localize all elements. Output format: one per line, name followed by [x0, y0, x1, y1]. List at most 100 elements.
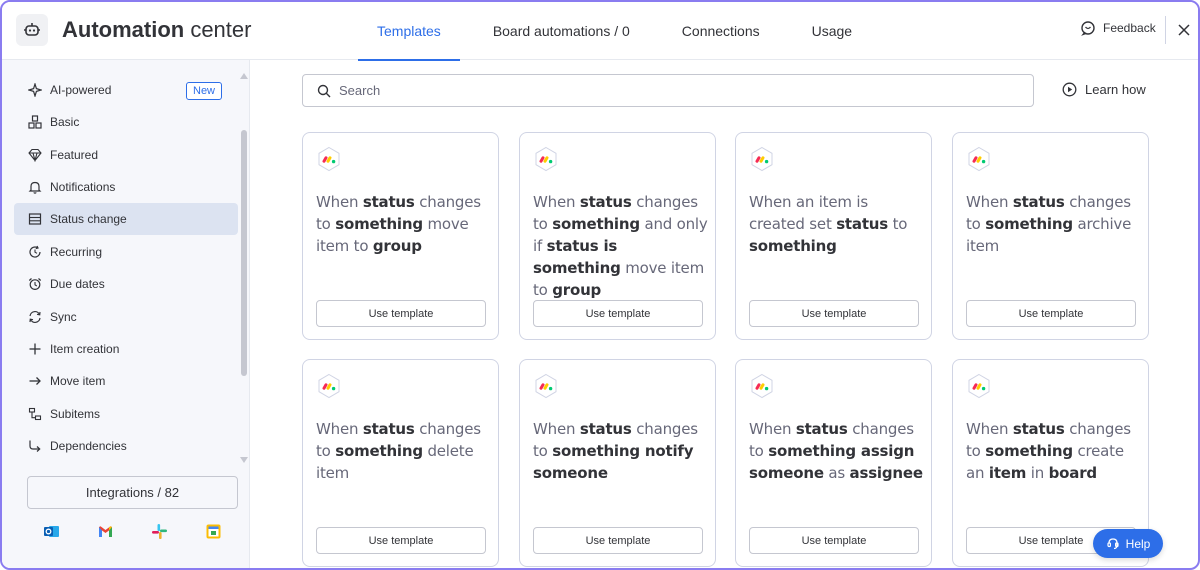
- sidebar-item-recurring[interactable]: Recurring: [14, 236, 238, 268]
- sidebar-item-due-dates[interactable]: Due dates: [14, 268, 238, 300]
- sidebar-item-featured[interactable]: Featured: [14, 139, 238, 171]
- diamond-icon: [28, 148, 42, 162]
- header: Automation center Templates Board automa…: [2, 2, 1198, 61]
- use-template-button[interactable]: Use template: [533, 300, 703, 327]
- new-badge: New: [186, 82, 223, 100]
- monday-logo-icon: [535, 373, 557, 399]
- alarm-icon: [28, 277, 42, 291]
- sidebar-item-item-creation[interactable]: Item creation: [14, 333, 238, 365]
- sidebar-item-ai-powered[interactable]: AI-powered New: [14, 74, 238, 106]
- sidebar-item-subitems[interactable]: Subitems: [14, 398, 238, 430]
- feedback-button[interactable]: Feedback: [1080, 20, 1156, 36]
- gmail-icon[interactable]: [97, 523, 114, 540]
- tab-board-automations[interactable]: Board automations / 0: [474, 2, 649, 60]
- sidebar-item-label: Move item: [50, 374, 106, 388]
- search-input[interactable]: [339, 83, 979, 98]
- template-description: When status changes to something notify …: [533, 420, 698, 482]
- monday-logo-icon: [318, 373, 340, 399]
- help-icon: [1107, 537, 1119, 549]
- template-card[interactable]: When status changes to something move it…: [302, 132, 499, 340]
- sidebar-item-label: AI-powered: [50, 83, 112, 97]
- close-icon: [1178, 24, 1190, 36]
- scroll-up-arrow-icon[interactable]: [240, 72, 248, 80]
- feedback-label: Feedback: [1103, 21, 1156, 35]
- scroll-down-arrow-icon[interactable]: [240, 456, 248, 464]
- help-label: Help: [1125, 536, 1151, 551]
- template-description: When status changes to something create …: [966, 420, 1131, 482]
- monday-logo-icon: [968, 373, 990, 399]
- integrations-button[interactable]: Integrations / 82: [27, 476, 238, 509]
- sidebar-scrollbar[interactable]: [240, 72, 248, 468]
- sidebar-item-label: Status change: [50, 212, 127, 226]
- template-card[interactable]: When status changes to something and onl…: [519, 132, 716, 340]
- sidebar-item-dependencies[interactable]: Dependencies: [14, 430, 238, 462]
- template-description: When status changes to something assign …: [749, 420, 923, 482]
- sidebar-item-label: Dependencies: [50, 439, 127, 453]
- tab-connections[interactable]: Connections: [663, 2, 779, 60]
- monday-logo-icon: [751, 373, 773, 399]
- template-description: When status changes to something move it…: [316, 193, 481, 255]
- plus-icon: [28, 342, 42, 356]
- scrollbar-thumb[interactable]: [241, 130, 247, 376]
- blocks-icon: [28, 115, 42, 129]
- use-template-button[interactable]: Use template: [966, 300, 1136, 327]
- robot-icon: [16, 14, 48, 46]
- learn-how-label: Learn how: [1085, 82, 1146, 97]
- use-template-button[interactable]: Use template: [749, 527, 919, 554]
- sync-icon: [28, 310, 42, 324]
- monday-logo-icon: [318, 146, 340, 172]
- template-card[interactable]: When status changes to something archive…: [952, 132, 1149, 340]
- sidebar-item-move-item[interactable]: Move item: [14, 365, 238, 397]
- learn-how-button[interactable]: Learn how: [1062, 82, 1146, 97]
- template-description: When status changes to something delete …: [316, 420, 481, 482]
- sidebar-item-basic[interactable]: Basic: [14, 106, 238, 138]
- template-description: When an item is created set status to so…: [749, 193, 908, 255]
- integration-apps: [43, 523, 222, 540]
- template-description: When status changes to something and onl…: [533, 193, 708, 299]
- sidebar-item-notifications[interactable]: Notifications: [14, 171, 238, 203]
- template-card[interactable]: When status changes to something notify …: [519, 359, 716, 567]
- use-template-button[interactable]: Use template: [749, 300, 919, 327]
- outlook-icon[interactable]: [43, 523, 60, 540]
- sidebar-item-status-change[interactable]: Status change: [14, 203, 238, 235]
- status-list-icon: [28, 212, 42, 226]
- sparkle-icon: [28, 83, 42, 97]
- sidebar-item-sync[interactable]: Sync: [14, 301, 238, 333]
- arrow-right-icon: [28, 374, 42, 388]
- help-button[interactable]: Help: [1093, 529, 1163, 558]
- recurring-icon: [28, 245, 42, 259]
- template-card[interactable]: When status changes to something delete …: [302, 359, 499, 567]
- search-icon: [317, 84, 331, 97]
- use-template-button[interactable]: Use template: [533, 527, 703, 554]
- automation-center-window: Automation center Templates Board automa…: [0, 0, 1200, 570]
- play-icon: [1062, 82, 1077, 97]
- monday-logo-icon: [968, 146, 990, 172]
- sidebar-item-label: Item creation: [50, 342, 120, 356]
- template-description: When status changes to something archive…: [966, 193, 1132, 255]
- google-calendar-icon[interactable]: [205, 523, 222, 540]
- page-title: Automation center: [62, 17, 252, 42]
- monday-logo-icon: [751, 146, 773, 172]
- sidebar-item-label: Sync: [50, 310, 77, 324]
- sidebar-item-label: Notifications: [50, 180, 116, 194]
- sidebar-item-label: Featured: [50, 148, 99, 162]
- slack-icon[interactable]: [151, 523, 168, 540]
- sidebar-item-label: Due dates: [50, 277, 105, 291]
- use-template-button[interactable]: Use template: [316, 300, 486, 327]
- dependencies-icon: [28, 439, 42, 453]
- tab-bar: Templates Board automations / 0 Connecti…: [358, 2, 871, 61]
- sidebar: AI-powered New Basic Featured Notificati…: [2, 60, 250, 568]
- search-bar: [302, 74, 1034, 107]
- bell-icon: [28, 180, 42, 194]
- divider: [1165, 16, 1166, 44]
- template-card[interactable]: When status changes to something assign …: [735, 359, 932, 567]
- tab-usage[interactable]: Usage: [793, 2, 871, 60]
- monday-logo-icon: [535, 146, 557, 172]
- template-card[interactable]: When an item is created set status to so…: [735, 132, 932, 340]
- use-template-button[interactable]: Use template: [316, 527, 486, 554]
- sidebar-item-label: Recurring: [50, 245, 103, 259]
- subitems-icon: [28, 407, 42, 421]
- tab-templates[interactable]: Templates: [358, 2, 460, 61]
- sidebar-item-label: Basic: [50, 115, 80, 129]
- close-button[interactable]: [1174, 20, 1194, 40]
